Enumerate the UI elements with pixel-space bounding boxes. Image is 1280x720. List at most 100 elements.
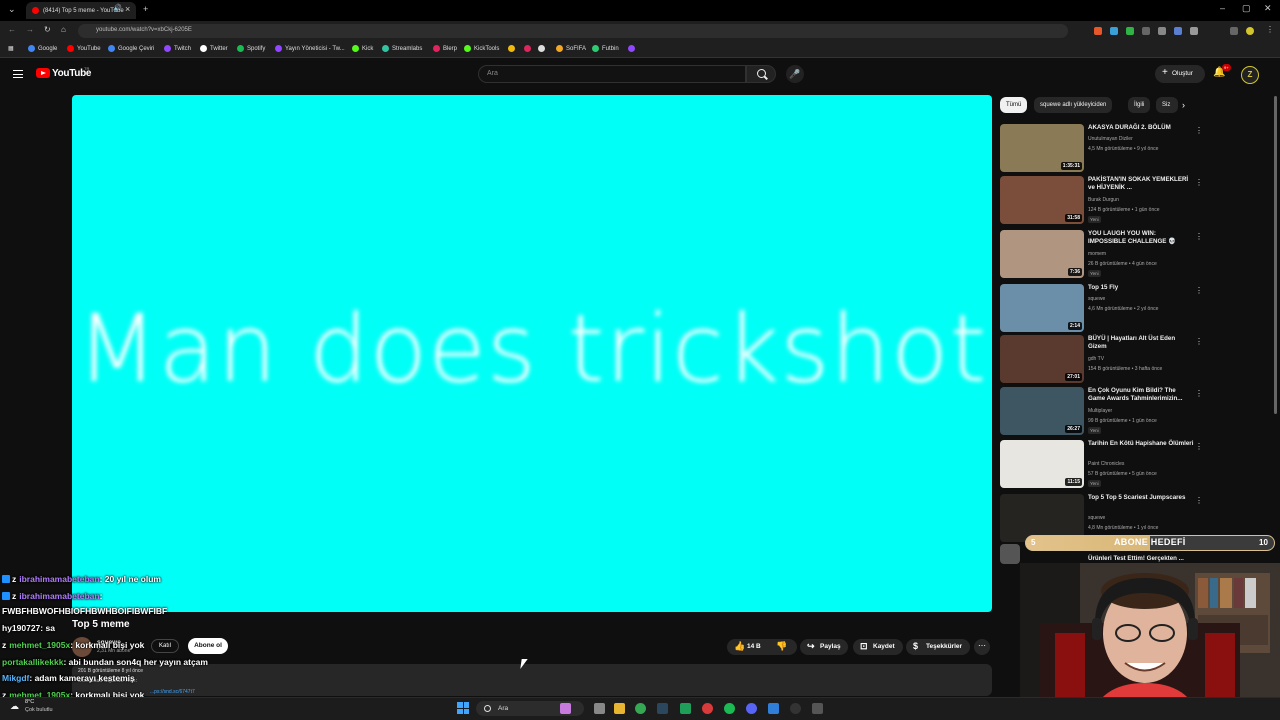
recommendation-title[interactable]: Tarihin En Kötü Hapishane Ölümleri [1088,440,1194,448]
video-thumbnail[interactable]: 11:15 [1000,440,1084,488]
weather-status[interactable]: Çok bulutlu [25,707,53,713]
more-options-icon[interactable]: ⋮ [1195,389,1203,398]
recommendation-item[interactable]: 11:15 Tarihin En Kötü Hapishane Ölümleri… [1000,440,1210,488]
more-options-icon[interactable]: ⋮ [1195,337,1203,346]
recommendation-channel[interactable]: gdh TV [1088,356,1104,362]
video-thumbnail[interactable]: 26:27 [1000,387,1084,435]
thanks-button[interactable]: $ Teşekkürler [906,639,970,655]
app-icon[interactable] [702,703,713,714]
apps-icon[interactable]: ▦ [8,45,14,52]
extension-icon[interactable] [1190,27,1198,35]
more-options-icon[interactable]: ⋮ [1195,286,1203,295]
bookmark-sofifa[interactable]: SoFIFA [556,45,586,52]
close-window-icon[interactable]: ✕ [1264,3,1272,14]
extension-icon[interactable] [1110,27,1118,35]
video-thumbnail[interactable]: 7:36 [1000,230,1084,278]
back-icon[interactable]: ← [8,25,16,34]
recommendation-item[interactable]: 27:01 BÜYÜ | Hayatları Alt Üst Eden Gize… [1000,335,1210,383]
recommendation-title[interactable]: PAKİSTAN'IN SOKAK YEMEKLERİ ve HİJYENİK … [1088,176,1194,192]
bookmark-spotify[interactable]: Spotify [237,45,265,52]
recommendation-channel[interactable]: Multiplayer [1088,408,1112,414]
search-icon[interactable] [746,65,776,83]
recommendation-channel[interactable]: momem [1088,251,1106,257]
new-tab-icon[interactable]: + [143,4,148,14]
more-options-icon[interactable]: ⋮ [1195,232,1203,241]
audio-icon[interactable]: 🔊 [113,4,122,12]
steam-icon[interactable] [657,703,668,714]
subscribe-button[interactable]: Abone ol [188,638,228,654]
video-thumbnail[interactable]: 2:14 [1000,284,1084,332]
bookmark-kicktools[interactable]: KickTools [464,45,499,52]
bookmark-youtube[interactable]: YouTube [67,45,101,52]
close-tab-icon[interactable]: × [125,4,130,14]
share-button[interactable]: ↪ Paylaş [800,639,848,655]
file-explorer-icon[interactable] [614,703,625,714]
bookmark-icon-only[interactable] [538,45,548,52]
join-button[interactable]: Katıl [151,639,179,653]
chip-related[interactable]: İlgili [1128,97,1151,113]
recommendation-title[interactable]: En Çok Oyunu Kim Bildi? The Game Awards … [1088,387,1194,403]
spotify-icon[interactable] [724,703,735,714]
bookmark-stream-manager[interactable]: Yayın Yöneticisi - Tw... [275,45,345,52]
extension-icon[interactable] [1126,27,1134,35]
more-options-icon[interactable]: ⋮ [1195,496,1203,505]
discord-icon[interactable] [746,703,757,714]
url-field[interactable]: youtube.com/watch?v=xbCkj-6205E [78,24,1068,38]
description-link[interactable]: ...ps://snd.sc/6747t7 [150,689,195,695]
windows-start-icon[interactable] [457,702,469,714]
maximize-icon[interactable]: ▢ [1242,3,1251,14]
extension-icon[interactable] [1174,27,1182,35]
video-thumbnail[interactable] [1000,544,1020,564]
search-highlight-icon[interactable] [560,703,571,714]
video-thumbnail[interactable]: 27:01 [1000,335,1084,383]
recommendation-channel[interactable]: Paint Chronicles [1088,461,1124,467]
recommendation-item[interactable]: 31:58 PAKİSTAN'IN SOKAK YEMEKLERİ ve HİJ… [1000,176,1210,224]
home-icon[interactable]: ⌂ [61,25,66,34]
more-options-icon[interactable]: ⋮ [1195,126,1203,135]
minimize-icon[interactable]: – [1220,3,1225,13]
microphone-icon[interactable]: 🎤 [786,65,804,83]
recommendation-title[interactable]: BÜYÜ | Hayatları Alt Üst Eden Gizem [1088,335,1194,351]
recommendation-channel[interactable]: squewe [1088,296,1105,302]
recommendation-channel[interactable]: Burak Durgun [1088,197,1119,203]
reload-icon[interactable]: ↻ [44,25,51,34]
video-player[interactable]: Man does trickshot [72,95,992,612]
bookmark-blerp[interactable]: Blerp [433,45,457,52]
recommendation-item[interactable]: 7:36 YOU LAUGH YOU WIN: IMPOSSIBLE CHALL… [1000,230,1210,278]
scrollbar-thumb[interactable] [1274,96,1277,414]
extension-icon[interactable] [1158,27,1166,35]
more-options-icon[interactable]: ⋮ [1195,178,1203,187]
bookmark-twitch[interactable]: Twitch [164,45,191,52]
more-actions-icon[interactable]: ⋯ [974,639,990,655]
recommendation-title[interactable]: AKASYA DURAĞI 2. BÖLÜM [1088,124,1194,132]
create-button[interactable]: Oluştur [1155,65,1205,83]
recommendation-item[interactable]: 2:14 Top 15 Fly squewe 4,6 Mn görüntülem… [1000,284,1210,332]
search-input[interactable]: Ara [478,65,746,83]
bookmark-futbin[interactable]: Futbin [592,45,619,52]
dislike-button[interactable]: 👎 [770,639,797,655]
youtube-logo-icon[interactable] [36,68,50,78]
task-view-icon[interactable] [594,703,605,714]
chip-from-uploader[interactable]: squewe adlı yükleyiciden [1034,97,1113,113]
forward-icon[interactable]: → [26,25,34,34]
recommendation-title[interactable]: Ürünleri Test Ettim! Gerçekten ... [1088,555,1194,563]
bookmark-streamlabs[interactable]: Streamlabs [382,45,422,52]
account-avatar[interactable]: Z [1241,66,1259,84]
mail-icon[interactable] [768,703,779,714]
recommendation-channel[interactable]: Unutulmayan Diziler [1088,136,1133,142]
weather-icon[interactable]: ☁ [10,701,19,712]
bookmark-icon-only[interactable] [524,45,534,52]
hamburger-menu-icon[interactable] [13,70,23,78]
profile-icon[interactable] [1246,27,1254,35]
more-options-icon[interactable]: ⋮ [1195,442,1203,451]
menu-kebab-icon[interactable]: ⋮ [1266,25,1274,34]
extension-icon[interactable] [1142,27,1150,35]
chip-for-you[interactable]: Siz [1156,97,1178,113]
chrome-icon[interactable] [635,703,646,714]
obs-icon[interactable] [790,703,801,714]
chip-all[interactable]: Tümü [1000,97,1028,113]
bookmark-google[interactable]: Google [28,45,57,52]
excel-icon[interactable] [680,703,691,714]
recommendation-item[interactable]: 26:27 En Çok Oyunu Kim Bildi? The Game A… [1000,387,1210,435]
recommendation-item[interactable]: 1:35:31 AKASYA DURAĞI 2. BÖLÜM Unutulmay… [1000,124,1210,172]
